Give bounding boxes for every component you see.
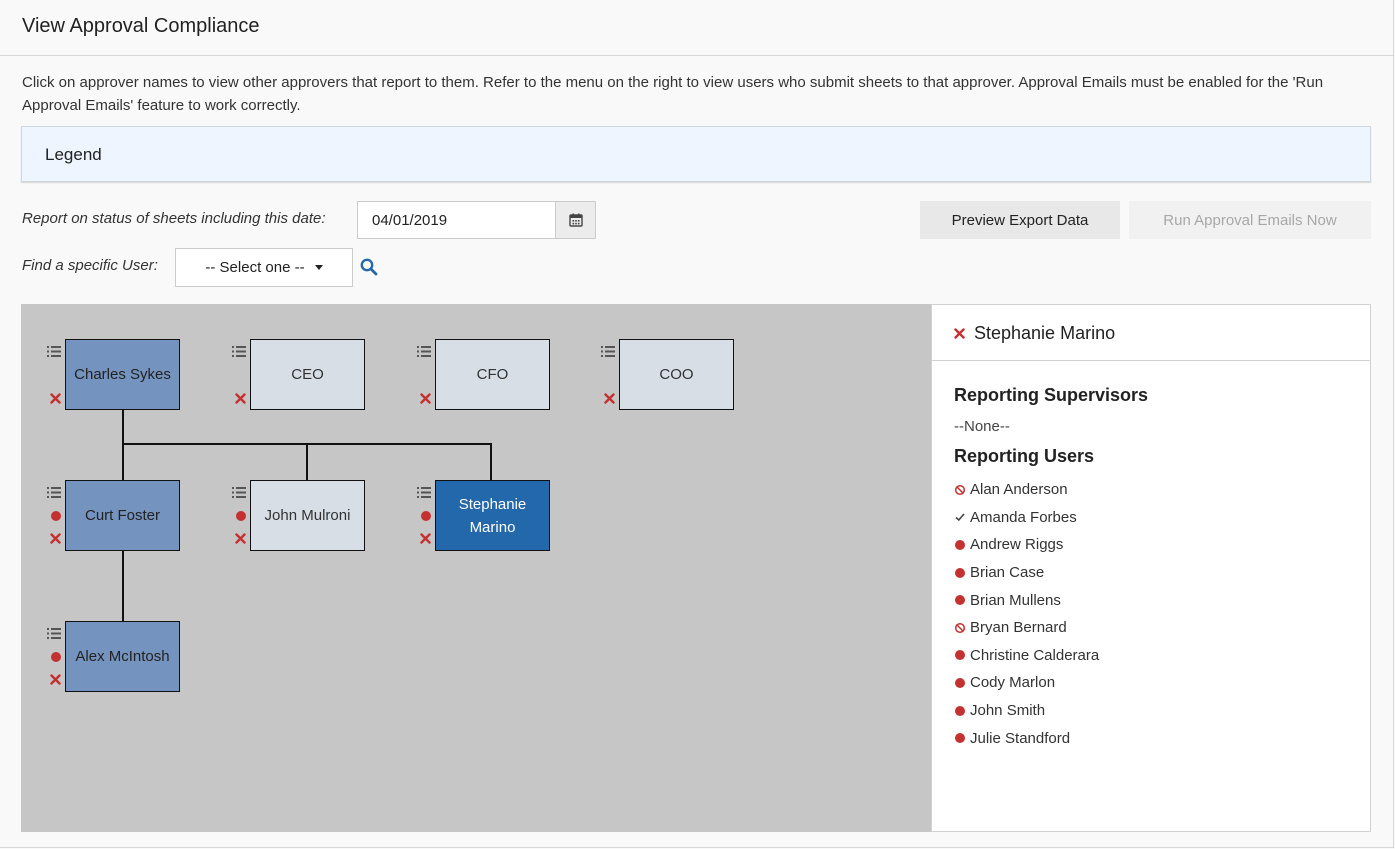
list-icon[interactable] [601,346,615,357]
remove-icon[interactable] [50,533,61,544]
alert-dot-icon [421,511,431,521]
remove-icon[interactable] [235,393,246,404]
list-icon[interactable] [232,346,246,357]
reporting-user-name: Julie Standford [970,729,1071,747]
legend-label: Legend [45,145,102,164]
date-label: Report on status of sheets including thi… [22,210,326,227]
connector-line [306,443,308,481]
pending-dot-icon [954,649,966,661]
pending-dot-icon [954,732,966,744]
reporting-user-name: Cody Marlon [970,674,1056,692]
find-user-label: Find a specific User: [22,257,158,274]
user-select-value: -- Select one -- [205,259,305,276]
list-icon[interactable] [47,487,61,498]
pending-dot-icon [954,567,966,579]
connector-line [122,551,124,622]
reporting-user-name: John Smith [970,702,1046,720]
remove-icon[interactable] [604,393,615,404]
pending-dot-icon [954,677,966,689]
reporting-user-item[interactable]: Cody Marlon [954,669,1099,697]
reporting-user-item[interactable]: Bryan Bernard [954,614,1099,642]
list-icon[interactable] [47,628,61,639]
reporting-user-item[interactable]: Brian Case [954,559,1099,587]
caret-down-icon [314,265,323,270]
node-alex-mcintosh[interactable]: Alex McIntosh [65,621,180,692]
reporting-user-name: Alan Anderson [970,481,1068,499]
connector-line [122,410,124,481]
reporting-users-heading: Reporting Users [954,446,1095,466]
reporting-user-name: Andrew Riggs [970,536,1064,554]
reporting-user-item[interactable]: John Smith [954,697,1099,725]
page-header: View Approval Compliance [0,0,1394,56]
reporting-user-item[interactable]: Brian Mullens [954,586,1099,614]
list-icon[interactable] [417,346,431,357]
reporting-user-item[interactable]: Andrew Riggs [954,531,1099,559]
reporting-supervisors-heading: Reporting Supervisors [954,385,1149,405]
calendar-button[interactable] [555,201,596,239]
alert-dot-icon [51,511,61,521]
page-title: View Approval Compliance [22,15,260,37]
alert-dot-icon [51,652,61,662]
node-curt-foster[interactable]: Curt Foster [65,480,180,551]
run-approval-emails-button[interactable]: Run Approval Emails Now [1129,201,1371,239]
reporting-user-name: Christine Calderara [970,646,1100,664]
pending-dot-icon [954,539,966,551]
side-panel-header: Stephanie Marino [932,305,1370,361]
intro-text: Click on approver names to view other ap… [22,74,1324,114]
legend-panel[interactable]: Legend [21,126,1371,182]
calendar-icon [568,213,583,227]
remove-icon[interactable] [50,674,61,685]
close-icon[interactable] [954,328,965,339]
node-john-mulroni[interactable]: John Mulroni [250,480,365,551]
node-stephanie-marino[interactable]: Stephanie Marino [435,480,550,551]
reporting-user-name: Brian Case [970,564,1045,582]
remove-icon[interactable] [420,393,431,404]
reporting-user-item[interactable]: Julie Standford [954,724,1099,752]
remove-icon[interactable] [50,393,61,404]
user-select[interactable]: -- Select one -- [175,248,353,287]
remove-icon[interactable] [420,533,431,544]
org-chart: Charles Sykes CEO CFO COO Curt Foster Jo… [21,304,932,832]
node-coo[interactable]: COO [619,339,734,410]
reporting-user-item[interactable]: Christine Calderara [954,642,1099,670]
reporting-user-item[interactable]: Amanda Forbes [954,504,1099,532]
check-icon [954,511,966,523]
selected-approver-name: Stephanie Marino [974,323,1116,343]
node-charles-sykes[interactable]: Charles Sykes [65,339,180,410]
pending-dot-icon [954,705,966,717]
list-icon[interactable] [232,487,246,498]
preview-export-button[interactable]: Preview Export Data [920,201,1120,239]
reporting-user-item[interactable]: Alan Anderson [954,476,1099,504]
node-ceo[interactable]: CEO [250,339,365,410]
supervisors-empty-text: --None-- [954,418,1010,435]
reporting-users-list: Alan Anderson Amanda Forbes Andrew Riggs Br… [954,476,1099,752]
search-icon[interactable] [360,258,378,276]
connector-line [490,443,492,481]
blocked-icon [954,622,966,634]
reporting-user-name: Bryan Bernard [970,619,1067,637]
blocked-icon [954,484,966,496]
reporting-user-name: Brian Mullens [970,591,1061,609]
date-input[interactable] [357,201,556,239]
pending-dot-icon [954,594,966,606]
reporting-user-name: Amanda Forbes [970,508,1077,526]
alert-dot-icon [236,511,246,521]
list-icon[interactable] [417,487,431,498]
list-icon[interactable] [47,346,61,357]
node-cfo[interactable]: CFO [435,339,550,410]
side-panel: Stephanie Marino Reporting Supervisors -… [931,304,1371,832]
remove-icon[interactable] [235,533,246,544]
